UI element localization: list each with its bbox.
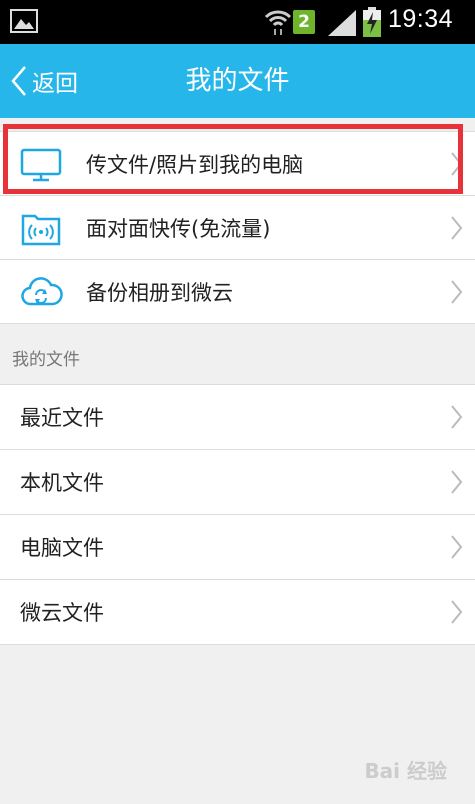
monitor-icon [20, 148, 62, 181]
signal-icon [328, 10, 356, 36]
computer-files-row[interactable]: 电脑文件 [0, 515, 475, 580]
wifi-icon [264, 10, 292, 35]
page-title: 我的文件 [185, 66, 290, 96]
face-to-face-transfer-row[interactable]: 面对面快传(免流量) [0, 196, 475, 260]
watermark: Bai 经验 [364, 759, 447, 783]
action-list: 传文件/照片到我的电脑 面对面快传(免流量) 备份相册到微云 [0, 131, 475, 324]
local-files-row[interactable]: 本机文件 [0, 450, 475, 515]
backup-album-row[interactable]: 备份相册到微云 [0, 260, 475, 324]
row-label: 传文件/照片到我的电脑 [86, 152, 304, 177]
send-to-computer-row[interactable]: 传文件/照片到我的电脑 [0, 131, 475, 196]
clock: 19:34 [388, 5, 454, 33]
section-title: 我的文件 [12, 350, 80, 370]
status-bar: 2 19:34 [0, 0, 475, 44]
battery-charging-icon [363, 7, 381, 37]
row-label: 电脑文件 [20, 536, 104, 560]
row-label: 微云文件 [20, 601, 104, 625]
file-list: 最近文件 本机文件 电脑文件 微云文件 [0, 384, 475, 645]
chevron-right-icon [451, 279, 463, 304]
chevron-right-icon [451, 151, 463, 176]
wireless-folder-icon [21, 214, 61, 245]
chevron-right-icon [451, 600, 463, 624]
row-label: 本机文件 [20, 471, 104, 495]
recent-files-row[interactable]: 最近文件 [0, 384, 475, 450]
notification-badge: 2 [293, 10, 315, 34]
gallery-icon [10, 9, 38, 33]
chevron-right-icon [451, 470, 463, 494]
row-label: 备份相册到微云 [86, 280, 233, 305]
row-label: 面对面快传(免流量) [86, 216, 271, 241]
row-label: 最近文件 [20, 406, 104, 430]
weiyun-files-row[interactable]: 微云文件 [0, 580, 475, 645]
chevron-right-icon [451, 405, 463, 429]
cloud-sync-icon [21, 276, 63, 305]
chevron-right-icon [451, 215, 463, 240]
chevron-right-icon [451, 535, 463, 559]
title-bar: 返回 我的文件 [0, 44, 475, 118]
